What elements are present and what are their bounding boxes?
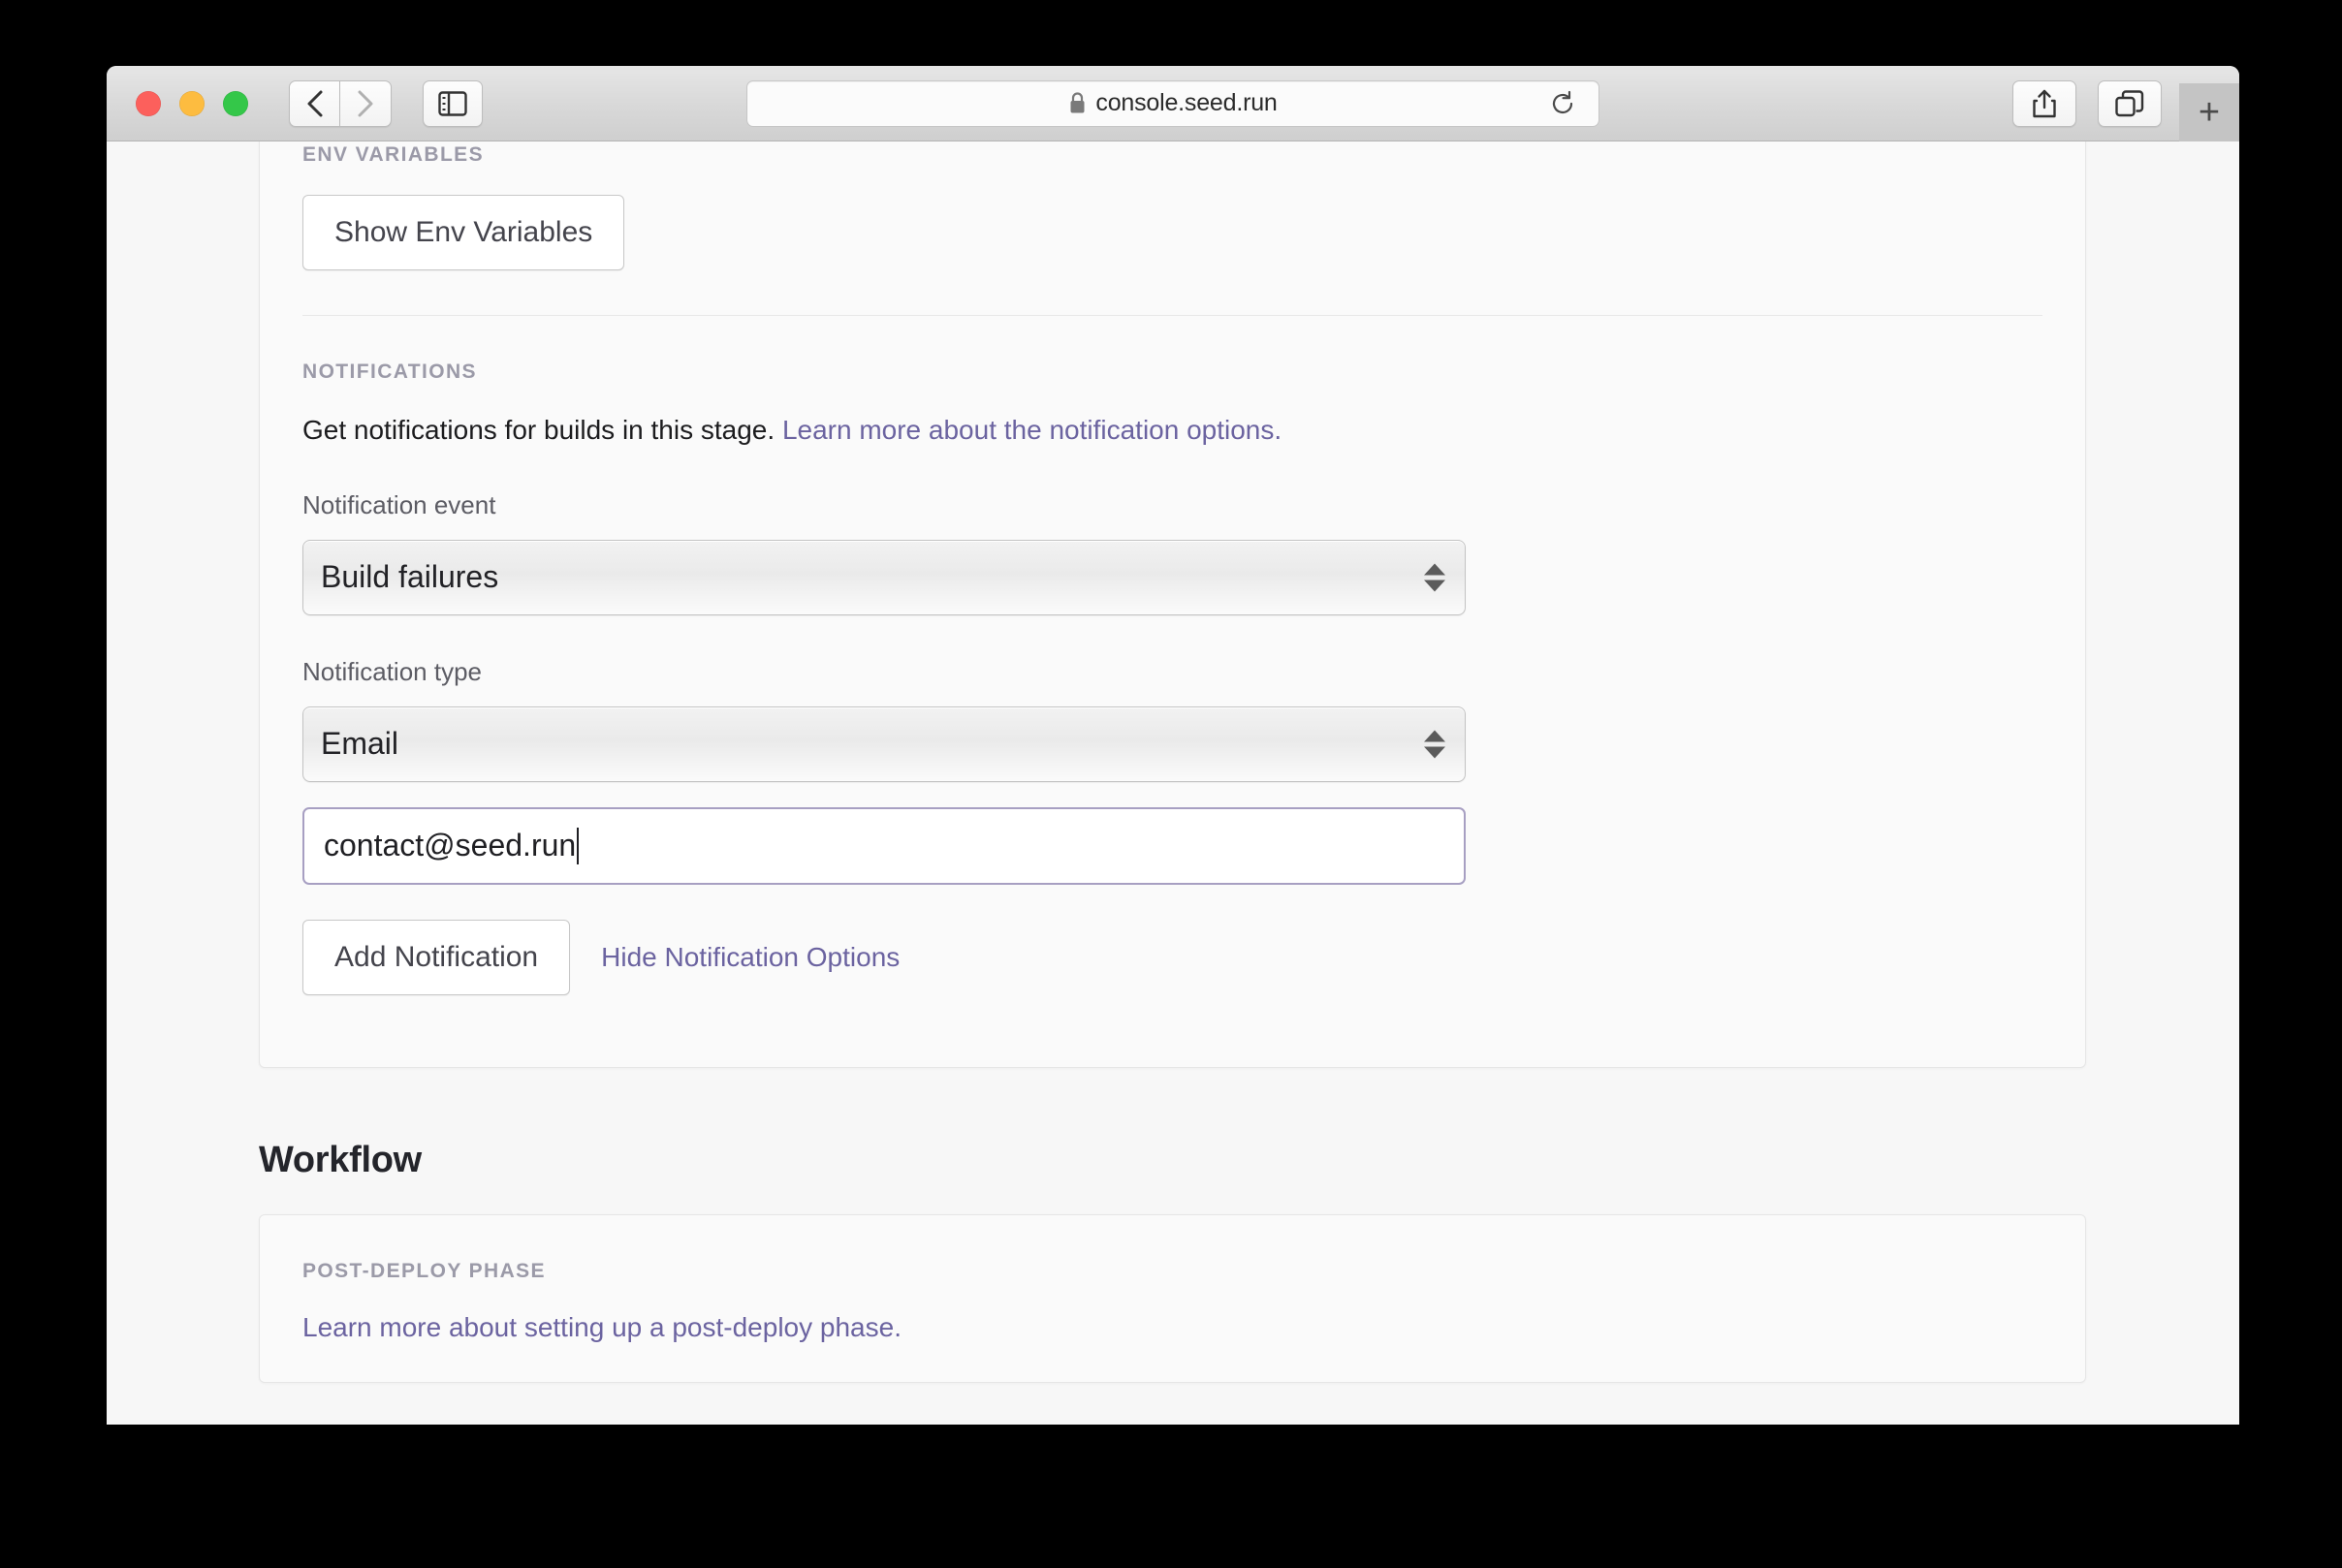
address-bar[interactable]: console.seed.run	[746, 79, 1599, 127]
close-window-button[interactable]	[136, 90, 161, 116]
share-button[interactable]	[2012, 79, 2076, 127]
minimize-window-button[interactable]	[179, 90, 205, 116]
notification-options-learn-more-link[interactable]: Learn more about the notification option…	[782, 415, 1282, 445]
notifications-section: NOTIFICATIONS Get notifications for buil…	[302, 316, 2042, 995]
toolbar-right-buttons	[2012, 79, 2162, 127]
browser-toolbar: console.seed.run +	[107, 66, 2239, 141]
post-deploy-learn-more-link[interactable]: Learn more about setting up a post-deplo…	[302, 1312, 902, 1343]
workflow-heading: Workflow	[259, 1139, 422, 1180]
stepper-arrows-icon	[1424, 563, 1445, 592]
tab-overview-button[interactable]	[2098, 79, 2162, 127]
maximize-window-button[interactable]	[223, 90, 248, 116]
lock-icon	[1068, 91, 1087, 115]
address-bar-content: console.seed.run	[1068, 89, 1278, 117]
notification-type-select[interactable]: Email	[302, 706, 1466, 782]
post-deploy-phase-card: POST-DEPLOY PHASE Learn more about setti…	[259, 1213, 2086, 1383]
notification-email-value: contact@seed.run	[324, 828, 577, 863]
notification-type-label: Notification type	[302, 656, 482, 686]
navigation-buttons	[289, 79, 392, 127]
window-controls	[136, 90, 248, 116]
notifications-description: Get notifications for builds in this sta…	[302, 412, 2042, 449]
tab-overview-icon	[2115, 89, 2144, 117]
stepper-arrows-icon	[1424, 730, 1445, 759]
content-column: ENV VARIABLES Show Env Variables NOTIFIC…	[259, 141, 2086, 1383]
notifications-description-text: Get notifications for builds in this sta…	[302, 415, 775, 445]
hide-notification-options-link[interactable]: Hide Notification Options	[601, 942, 900, 973]
share-icon	[2032, 88, 2057, 119]
back-button[interactable]	[289, 79, 340, 127]
chevron-right-icon	[355, 88, 376, 119]
env-variables-section: ENV VARIABLES Show Env Variables	[302, 141, 2042, 270]
reload-icon	[1549, 90, 1576, 117]
url-text: console.seed.run	[1095, 89, 1278, 116]
chevron-left-icon	[304, 88, 326, 119]
stage-settings-card: ENV VARIABLES Show Env Variables NOTIFIC…	[259, 141, 2086, 1068]
post-deploy-phase-label: POST-DEPLOY PHASE	[302, 1259, 546, 1282]
sidebar-toggle-icon	[438, 90, 467, 116]
text-cursor	[577, 827, 580, 864]
forward-button[interactable]	[340, 79, 392, 127]
notification-event-label: Notification event	[302, 489, 496, 519]
browser-window: console.seed.run + ENV VARIABLES Show En…	[107, 66, 2239, 1425]
notification-event-select[interactable]: Build failures	[302, 539, 1466, 615]
new-tab-button[interactable]: +	[2179, 83, 2239, 141]
notification-email-input[interactable]: contact@seed.run	[302, 806, 1466, 885]
show-env-variables-button[interactable]: Show Env Variables	[302, 195, 625, 270]
sidebar-toggle-button[interactable]	[423, 79, 483, 127]
notifications-section-label: NOTIFICATIONS	[302, 361, 477, 383]
new-tab-label: +	[2198, 92, 2221, 133]
notification-actions: Add Notification Hide Notification Optio…	[302, 919, 2042, 995]
notification-event-value: Build failures	[321, 559, 499, 595]
env-variables-section-label: ENV VARIABLES	[302, 143, 484, 166]
page-content: ENV VARIABLES Show Env Variables NOTIFIC…	[107, 141, 2239, 1425]
notification-type-value: Email	[321, 726, 399, 762]
add-notification-button[interactable]: Add Notification	[302, 919, 571, 995]
reload-button[interactable]	[1548, 89, 1577, 118]
